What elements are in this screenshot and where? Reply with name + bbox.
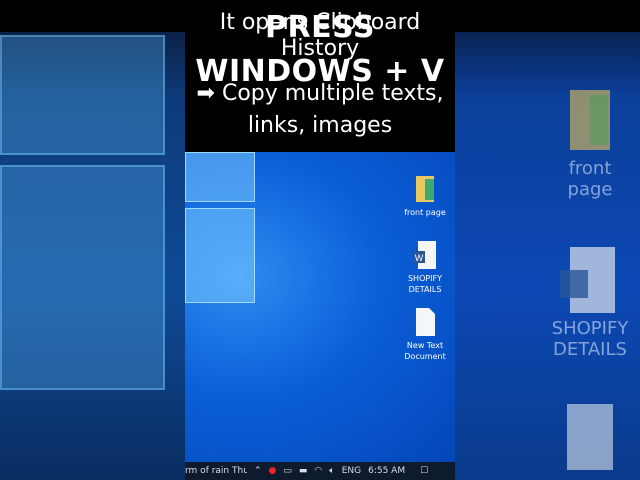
caption-bullet: ➡ Copy multiple texts, links, images [185,78,455,142]
caption-bullet-text: Copy multiple texts, links, images [221,81,444,138]
wifi-icon[interactable]: ◠ [314,466,322,476]
word-document-icon: W [413,241,436,269]
folder-icon [570,90,610,150]
battery-icon[interactable]: ▬ [299,466,308,476]
windows-logo-pane [185,152,255,202]
desktop: front page W SHOPIFY DETAILS New Text Do… [185,152,455,462]
notifications-icon[interactable]: ☐ [420,466,428,476]
desktop-icon-new-text-document[interactable]: New Text Document [397,307,453,362]
clock[interactable]: 6:55 AM [368,466,405,476]
icon-label: New Text Document [404,341,446,361]
icon-label: SHOPIFY DETAILS [407,274,443,294]
blurred-icon-text [545,402,635,475]
text-document-icon [416,308,435,336]
blurred-icon-front-page: front page [545,85,635,200]
blurred-window-pane [0,165,165,390]
text-document-icon [567,404,613,470]
word-document-icon [560,247,615,313]
icon-label: front page [404,208,446,217]
volume-icon[interactable]: 🔈︎ [329,466,334,476]
record-icon[interactable]: ● [269,466,277,476]
folder-icon [416,176,434,202]
desktop-icon-shopify-details[interactable]: W SHOPIFY DETAILS [397,240,453,295]
blurred-background-right: front page SHOPIFY DETAILS [455,0,640,480]
windows-logo-pane [185,208,255,303]
arrow-right-icon: ➡ [196,81,215,106]
video-frame: front page W SHOPIFY DETAILS New Text Do… [185,0,455,480]
desktop-icon-front-page[interactable]: front page [397,174,453,218]
caption-overlay: It opens Clipboard History PRESS WINDOWS… [185,0,455,152]
blurred-background-left [0,0,185,480]
chevron-up-icon[interactable]: ⌃ [254,466,262,476]
blurred-icon-shopify: SHOPIFY DETAILS [545,245,635,360]
meet-now-icon[interactable]: ▭ [283,466,292,476]
svg-text:W: W [415,253,424,263]
blurred-window-pane [0,35,165,155]
weather-widget[interactable]: rm of rain Thu [185,466,247,476]
language-indicator[interactable]: ENG [342,466,361,476]
taskbar: rm of rain Thu ⌃ ● ▭ ▬ ◠ 🔈︎ ENG 6:55 AM … [185,462,455,480]
